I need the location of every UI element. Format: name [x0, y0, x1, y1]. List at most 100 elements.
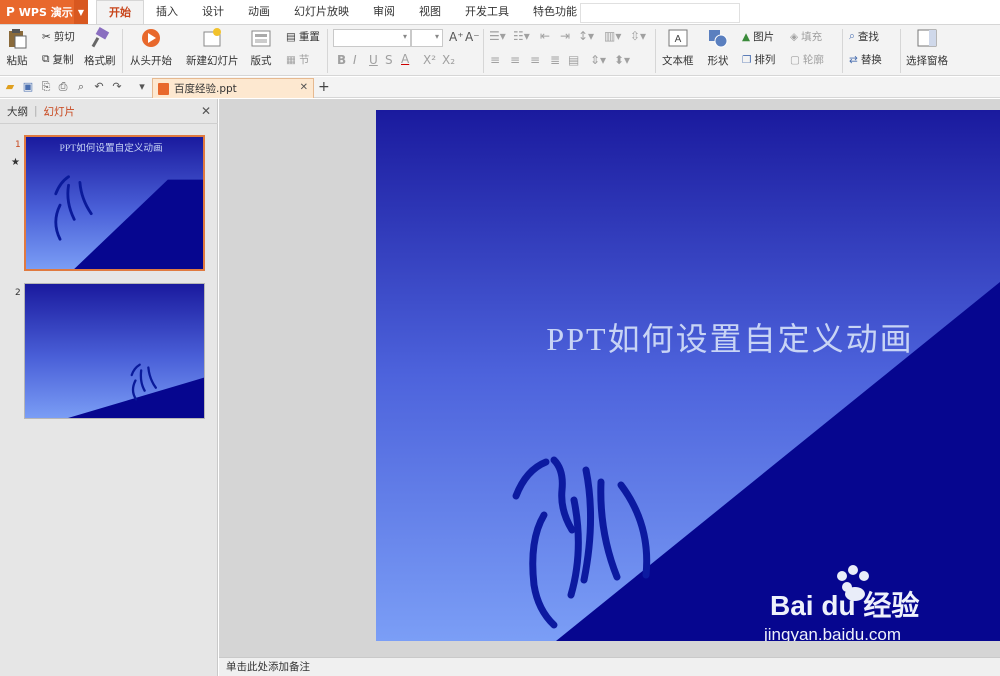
cut-button[interactable]: ✂ 剪切	[42, 29, 75, 44]
from-start-button[interactable]: 从头开始	[130, 27, 172, 68]
arrange-button[interactable]: ❐ 排列	[742, 52, 775, 67]
find-button[interactable]: ⌕ 查找	[849, 29, 879, 44]
slide-title[interactable]: PPT如何设置自定义动画	[546, 321, 913, 357]
close-icon[interactable]: ✕	[201, 104, 211, 118]
numbering-icon[interactable]: ☷▾	[513, 29, 530, 43]
align-center-icon[interactable]: ≡	[510, 53, 520, 67]
ribbon-separator	[122, 29, 123, 73]
dropdown-arrow-icon[interactable]: ▾	[136, 81, 148, 93]
tab-slides[interactable]: 幻灯片	[44, 104, 76, 119]
tab-animation[interactable]: 动画	[236, 0, 282, 24]
wps-app-menu-button[interactable]: P WPS 演示 ▼	[0, 0, 88, 24]
section-button[interactable]: ▦ 节	[286, 52, 309, 67]
export-icon[interactable]: ⎘	[40, 81, 52, 93]
ribbon-separator	[327, 29, 328, 73]
shrink-font-icon[interactable]: A⁻	[465, 30, 480, 44]
tab-design[interactable]: 设计	[190, 0, 236, 24]
paint-bucket-icon: ◈	[790, 30, 799, 43]
redo-icon[interactable]: ↷	[111, 81, 123, 93]
fill-button[interactable]: ◈ 填充	[790, 29, 822, 44]
select-pane-label: 选择窗格	[906, 55, 948, 67]
italic-button[interactable]: I	[353, 53, 357, 67]
outline-icon: ▢	[790, 53, 800, 66]
arrange-label: 排列	[754, 54, 776, 66]
format-painter-label: 格式刷	[84, 55, 116, 67]
strikethrough-button[interactable]: S	[385, 53, 393, 67]
font-name-combo[interactable]	[333, 29, 411, 47]
open-folder-icon[interactable]: ▰	[4, 81, 16, 93]
increase-indent-icon[interactable]: ⇥	[560, 29, 570, 43]
outline-button[interactable]: ▢ 轮廓	[790, 52, 824, 67]
reset-button[interactable]: ▤ 重置	[286, 29, 320, 44]
chevron-down-icon[interactable]: ▼	[74, 0, 88, 24]
paste-button[interactable]: 粘贴	[6, 27, 28, 68]
new-slide-label: 新建幻灯片	[186, 55, 239, 67]
layout-button[interactable]: 版式	[250, 27, 272, 68]
subscript-button[interactable]: X₂	[442, 53, 455, 67]
copy-button[interactable]: ⧉ 复制	[42, 52, 74, 67]
current-slide[interactable]: PPT如何设置自定义动画 Bai du 经验 jingyan.baidu.com	[376, 110, 1000, 641]
bold-button[interactable]: B	[337, 53, 346, 67]
shape-label: 形状	[707, 55, 729, 67]
replace-icon: ⇄	[849, 53, 858, 66]
text-direction-icon[interactable]: ⇳▾	[630, 29, 646, 43]
scissors-icon: ✂	[42, 30, 51, 43]
line-spacing-icon[interactable]: ↕▾	[578, 29, 594, 43]
picture-button[interactable]: ▲ 图片	[742, 29, 774, 44]
tab-special-features[interactable]: 特色功能	[521, 0, 589, 24]
tab-home[interactable]: 开始	[96, 0, 144, 24]
slide-graphic: PPT如何设置自定义动画 Bai du 经验 jingyan.baidu.com	[376, 110, 1000, 641]
justify-icon[interactable]: ≣	[550, 53, 560, 67]
tab-review[interactable]: 审阅	[361, 0, 407, 24]
grow-font-icon[interactable]: A⁺	[449, 30, 464, 44]
shape-button[interactable]: 形状	[707, 27, 729, 68]
replace-button[interactable]: ⇄ 替换	[849, 52, 882, 67]
tab-developer[interactable]: 开发工具	[453, 0, 521, 24]
tab-slideshow[interactable]: 幻灯片放映	[282, 0, 361, 24]
tab-view[interactable]: 视图	[407, 0, 453, 24]
tab-insert[interactable]: 插入	[144, 0, 190, 24]
font-color-button[interactable]: A	[401, 52, 409, 66]
slide-thumbnail-2[interactable]	[24, 283, 205, 419]
document-tab[interactable]: 百度经验.ppt ✕	[152, 78, 314, 98]
undo-icon[interactable]: ↶	[93, 81, 105, 93]
textbox-button[interactable]: A 文本框	[662, 27, 694, 68]
slide-number: 2	[15, 288, 21, 298]
find-label: 查找	[857, 31, 879, 43]
reset-label: 重置	[298, 31, 320, 43]
save-icon[interactable]: ▣	[22, 81, 34, 93]
underline-button[interactable]: U	[369, 53, 378, 67]
notes-pane[interactable]: 单击此处添加备注	[219, 657, 1000, 676]
align-left-icon[interactable]: ≡	[490, 53, 500, 67]
ribbon-separator	[842, 29, 843, 73]
slide-thumbnail-panel: 大纲 | 幻灯片 ✕ 1 ★ PPT如何设置自定义动画 2	[0, 99, 218, 676]
close-icon[interactable]: ✕	[300, 82, 308, 93]
textbox-icon: A	[668, 29, 688, 47]
select-pane-button[interactable]: 选择窗格	[906, 27, 948, 68]
print-preview-icon[interactable]: ⌕	[75, 81, 87, 93]
format-painter-button[interactable]: 格式刷	[84, 27, 116, 68]
columns-icon[interactable]: ▥▾	[604, 29, 621, 43]
print-icon[interactable]: ⎙	[57, 81, 69, 93]
slide-thumbnail-1[interactable]: PPT如何设置自定义动画	[24, 135, 205, 271]
new-slide-button[interactable]: 新建幻灯片	[186, 27, 239, 68]
decrease-indent-icon[interactable]: ⇤	[540, 29, 550, 43]
bullets-icon[interactable]: ☰▾	[489, 29, 506, 43]
paragraph-spacing-icon[interactable]: ⇕▾	[590, 53, 606, 67]
ribbon-tab-bar: P WPS 演示 ▼ 开始 插入 设计 动画 幻灯片放映 审阅 视图 开发工具 …	[0, 0, 1000, 24]
outline-label: 轮廓	[802, 54, 824, 66]
fill-label: 填充	[801, 31, 823, 43]
ribbon-separator	[655, 29, 656, 73]
distribute-icon[interactable]: ▤	[568, 53, 579, 67]
paste-label: 粘贴	[6, 55, 28, 67]
brush-icon	[91, 27, 109, 48]
superscript-button[interactable]: X²	[423, 53, 436, 67]
tab-outline[interactable]: 大纲	[7, 104, 28, 119]
align-text-icon[interactable]: ⬍▾	[614, 53, 630, 67]
slide-number: 1	[15, 140, 21, 150]
panel-header: 大纲 | 幻灯片 ✕	[0, 99, 218, 124]
font-size-combo[interactable]	[411, 29, 443, 47]
ribbon-search-box[interactable]	[580, 3, 740, 23]
align-right-icon[interactable]: ≡	[530, 53, 540, 67]
new-tab-button[interactable]: +	[318, 79, 330, 95]
